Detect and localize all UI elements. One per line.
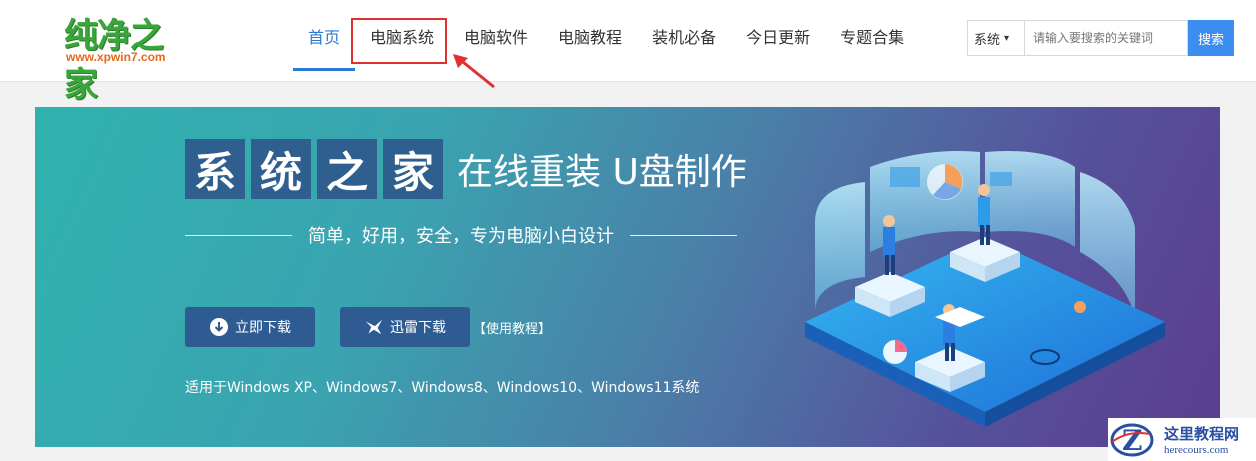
slogan-row: 简单，好用，安全，专为电脑小白设计 (185, 222, 737, 248)
download-arrow-icon (209, 317, 229, 337)
nav-item-essentials[interactable]: 装机必备 (637, 0, 731, 70)
banner-title: 系 统 之 家 在线重装 U盘制作 (185, 139, 747, 199)
compatibility-text: 适用于Windows XP、Windows7、Windows8、Windows1… (185, 380, 700, 396)
nav-item-computer-tutorials[interactable]: 电脑教程 (543, 0, 637, 70)
watermark-text: 这里教程网 herecours.com (1164, 423, 1239, 456)
search-input[interactable] (1024, 20, 1188, 56)
site-watermark: Z 这里教程网 herecours.com (1108, 418, 1256, 461)
hero-banner: 系 统 之 家 在线重装 U盘制作 简单，好用，安全，专为电脑小白设计 立即下载… (35, 107, 1220, 447)
title-char: 家 (383, 139, 443, 199)
divider-line (185, 234, 292, 236)
highlight-annotation-box (351, 18, 447, 64)
search-bar: 系统 ▾ 搜索 (967, 20, 1234, 56)
banner-subtitle: 在线重装 U盘制作 (457, 152, 747, 193)
isometric-illustration (805, 151, 1165, 427)
logo-url: www.xpwin7.com (66, 50, 166, 64)
watermark-cn: 这里教程网 (1164, 425, 1240, 443)
download-button[interactable]: 立即下载 (185, 307, 315, 347)
thunder-download-button[interactable]: 迅雷下载 (340, 307, 470, 347)
search-button[interactable]: 搜索 (1188, 20, 1234, 56)
search-category-label: 系统 (974, 32, 1001, 48)
slogan-text: 简单，好用，安全，专为电脑小白设计 (308, 226, 614, 247)
title-char: 统 (251, 139, 311, 199)
download-button-label: 立即下载 (235, 320, 291, 336)
nav-item-home[interactable]: 首页 (293, 0, 356, 71)
nav-item-topics[interactable]: 专题合集 (825, 0, 919, 70)
search-category-select[interactable]: 系统 ▾ (967, 20, 1024, 56)
site-logo[interactable]: 纯净之家 www.xpwin7.com (60, 8, 192, 105)
thunder-bird-icon (364, 317, 384, 337)
svg-text:Z: Z (1122, 424, 1142, 457)
nav-item-today-updates[interactable]: 今日更新 (731, 0, 825, 70)
title-char: 系 (185, 139, 245, 199)
chevron-down-icon: ▾ (1004, 32, 1010, 44)
thunder-button-label: 迅雷下载 (390, 320, 446, 336)
tutorial-link[interactable]: 【使用教程】 (473, 318, 551, 337)
watermark-en: herecours.com (1164, 444, 1229, 456)
site-header: 纯净之家 www.xpwin7.com 首页 电脑系统 电脑软件 电脑教程 装机… (0, 0, 1256, 105)
title-char: 之 (317, 139, 377, 199)
divider-line (630, 234, 737, 236)
annotation-arrow-icon (453, 54, 495, 89)
watermark-logo-icon: Z (1110, 423, 1154, 457)
